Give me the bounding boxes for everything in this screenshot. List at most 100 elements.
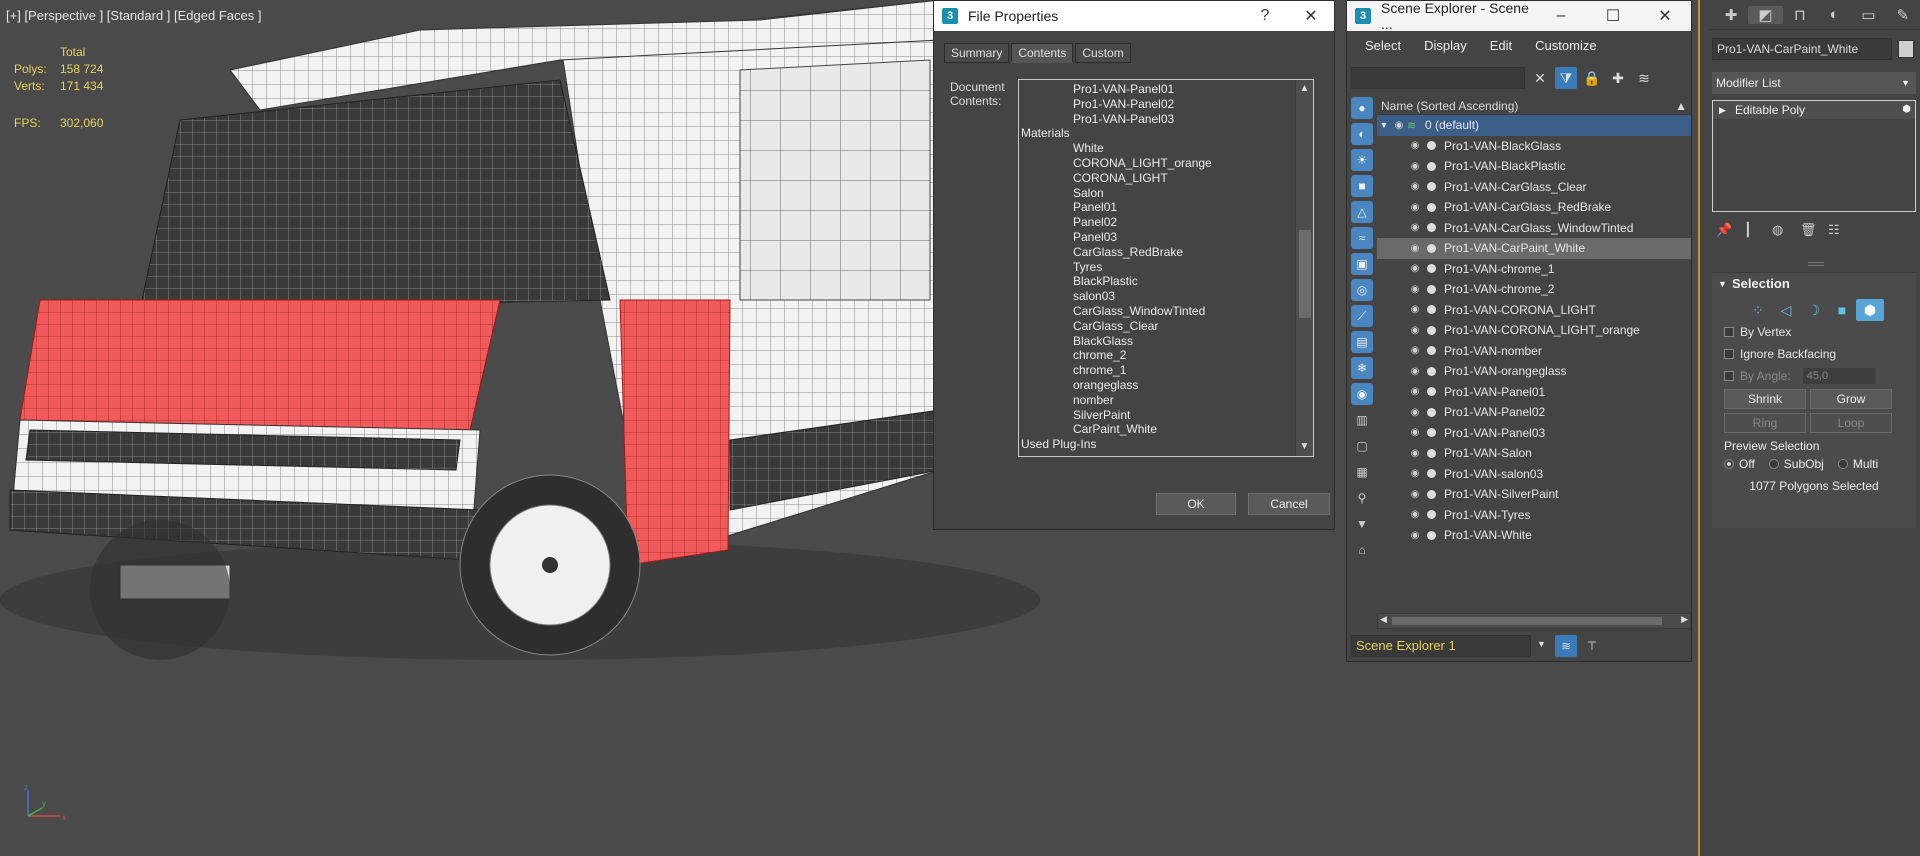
sort-by-hierarchy-icon[interactable]: ⊤ [1581, 635, 1603, 657]
contents-list-item[interactable]: Salon [1021, 186, 1291, 201]
polygon-mode-icon[interactable]: ■ [1828, 299, 1856, 321]
eye-icon[interactable]: ◉ [1407, 161, 1423, 172]
object-row[interactable]: ◉ Pro1-VAN-salon03 [1377, 464, 1691, 485]
utilities-tab-icon[interactable]: ✎ [1886, 6, 1920, 24]
object-row[interactable]: ◉ Pro1-VAN-Panel02 [1377, 402, 1691, 423]
vertex-mode-icon[interactable]: ⁘ [1744, 299, 1772, 321]
object-row[interactable]: ◉ Pro1-VAN-BlackGlass [1377, 136, 1691, 157]
object-row[interactable]: ◉ Pro1-VAN-White [1377, 525, 1691, 546]
menu-select[interactable]: Select [1365, 38, 1401, 53]
dialog-titlebar[interactable]: 3 File Properties ? ✕ [934, 1, 1334, 31]
select-filter-icon[interactable]: ⚲ [1351, 487, 1373, 509]
contents-list-item[interactable]: SilverPaint [1021, 408, 1291, 423]
contents-list-item[interactable]: Used Plug-Ins [1021, 437, 1291, 452]
spacewarps-filter-icon[interactable]: ≈ [1351, 227, 1373, 249]
render-dot-icon[interactable] [1427, 243, 1436, 253]
render-dot-icon[interactable] [1427, 182, 1436, 192]
radio-dot[interactable] [1837, 459, 1848, 469]
contents-scrollbar[interactable]: ▲ ▼ [1295, 80, 1313, 456]
funnel-icon[interactable]: ▼ [1351, 513, 1373, 535]
eye-icon[interactable]: ◉ [1407, 325, 1423, 336]
contents-list-item[interactable]: CarGlass_RedBrake [1021, 245, 1291, 260]
ignore-backfacing-checkbox[interactable]: Ignore Backfacing [1712, 343, 1916, 365]
render-dot-icon[interactable] [1427, 530, 1436, 540]
contents-list-item[interactable]: Panel01 [1021, 200, 1291, 215]
object-color-swatch[interactable] [1898, 40, 1914, 58]
object-row[interactable]: ◉ Pro1-VAN-CarGlass_Clear [1377, 177, 1691, 198]
modify-tab-icon[interactable]: ◩ [1748, 5, 1783, 24]
object-row[interactable]: ◉ Pro1-VAN-CarGlass_RedBrake [1377, 197, 1691, 218]
eye-icon[interactable]: ◉ [1407, 202, 1423, 213]
object-row[interactable]: ◉ Pro1-VAN-nomber [1377, 341, 1691, 362]
object-row[interactable]: ◉ Pro1-VAN-CORONA_LIGHT_orange [1377, 320, 1691, 341]
loop-button[interactable]: Loop [1810, 413, 1892, 433]
contents-list-item[interactable]: Pro1-VAN-Panel02 [1021, 97, 1291, 112]
object-row[interactable]: ◉ Pro1-VAN-CarPaint_White [1377, 238, 1691, 259]
collapse-triangle-icon[interactable]: ▼ [1718, 273, 1727, 295]
scroll-down-icon[interactable]: ▼ [1296, 438, 1313, 456]
scroll-left-icon[interactable]: ◀ [1380, 614, 1387, 625]
bones-filter-icon[interactable]: ⟋ [1351, 305, 1373, 327]
containers-filter-icon[interactable]: ▤ [1351, 331, 1373, 353]
eye-icon[interactable]: ◉ [1407, 366, 1423, 377]
contents-list-item[interactable]: White [1021, 141, 1291, 156]
add-layer-icon[interactable]: ✚ [1607, 67, 1629, 89]
layers-icon[interactable]: ≋ [1633, 67, 1655, 89]
lights-filter-icon[interactable]: ☀ [1351, 149, 1373, 171]
object-name-field[interactable]: Pro1-VAN-CarPaint_White [1712, 38, 1892, 60]
eye-icon[interactable]: ◉ [1407, 489, 1423, 500]
object-row[interactable]: ◉ Pro1-VAN-Salon [1377, 443, 1691, 464]
render-dot-icon[interactable] [1427, 366, 1436, 376]
frozen-filter-icon[interactable]: ❄ [1351, 357, 1373, 379]
maximize-button[interactable]: ☐ [1587, 6, 1639, 26]
contents-list-item[interactable]: Pro1-VAN-Panel01 [1021, 82, 1291, 97]
contents-list-item[interactable]: CarPaint_White [1021, 422, 1291, 437]
object-row[interactable]: ◉ Pro1-VAN-Panel03 [1377, 423, 1691, 444]
object-row[interactable]: ◉ Pro1-VAN-SilverPaint [1377, 484, 1691, 505]
render-dot-icon[interactable] [1427, 223, 1436, 233]
render-dot-icon[interactable] [1427, 469, 1436, 479]
expand-triangle-icon[interactable]: ▶ [1719, 101, 1726, 119]
stack-item-editable-poly[interactable]: ▶ Editable Poly ⬢ [1713, 101, 1915, 119]
preview-multi-radio[interactable]: Multi [1837, 457, 1878, 471]
eye-icon[interactable]: ◉ [1407, 140, 1423, 151]
options-icon[interactable]: ⌂ [1351, 539, 1373, 561]
explorer-close-button[interactable]: ✕ [1639, 6, 1691, 26]
display-all-icon[interactable]: ▥ [1351, 409, 1373, 431]
eye-icon[interactable]: ◉ [1407, 222, 1423, 233]
grow-button[interactable]: Grow [1810, 389, 1892, 409]
render-dot-icon[interactable] [1427, 264, 1436, 274]
invert-display-icon[interactable]: ▦ [1351, 461, 1373, 483]
by-vertex-checkbox[interactable]: By Vertex [1712, 321, 1916, 343]
hscroll-thumb[interactable] [1392, 617, 1662, 625]
expand-triangle-icon[interactable]: ▼ [1377, 120, 1391, 130]
explorer-dropdown-icon[interactable]: ▼ [1537, 639, 1546, 649]
contents-list-item[interactable]: orangeglass [1021, 378, 1291, 393]
contents-list-item[interactable]: CORONA_LIGHT [1021, 171, 1291, 186]
contents-list-item[interactable]: Panel03 [1021, 230, 1291, 245]
menu-display[interactable]: Display [1424, 38, 1467, 53]
edge-mode-icon[interactable]: ◁ [1772, 299, 1800, 321]
remove-modifier-icon[interactable]: 🗑 [1800, 222, 1828, 238]
xrefs-filter-icon[interactable]: ◎ [1351, 279, 1373, 301]
render-dot-icon[interactable] [1427, 161, 1436, 171]
eye-icon[interactable]: ◉ [1407, 509, 1423, 520]
help-button[interactable]: ? [1242, 7, 1288, 25]
display-tab-icon[interactable]: ▭ [1851, 6, 1885, 24]
checkbox-box[interactable] [1724, 327, 1734, 337]
explorer-name-field[interactable]: Scene Explorer 1 [1351, 635, 1531, 657]
render-dot-icon[interactable] [1427, 305, 1436, 315]
element-mode-icon[interactable]: ⬢ [1856, 299, 1884, 321]
eye-icon[interactable]: ◉ [1391, 120, 1407, 131]
render-dot-icon[interactable] [1427, 448, 1436, 458]
close-button[interactable]: ✕ [1288, 6, 1334, 26]
object-row[interactable]: ◉ Pro1-VAN-CORONA_LIGHT [1377, 300, 1691, 321]
checkbox-box[interactable] [1724, 349, 1734, 359]
render-dot-icon[interactable] [1427, 141, 1436, 151]
eye-icon[interactable]: ◉ [1407, 263, 1423, 274]
scene-tree[interactable]: Name (Sorted Ascending) ▲ ▼ ◉ ≋ 0 (defau… [1377, 97, 1691, 611]
contents-list-item[interactable]: CORONA_LIGHT_orange [1021, 156, 1291, 171]
contents-list-item[interactable]: BlackPlastic [1021, 274, 1291, 289]
by-angle-checkbox[interactable]: By Angle: 45,0 [1712, 365, 1916, 387]
contents-list-item[interactable]: chrome_2 [1021, 348, 1291, 363]
